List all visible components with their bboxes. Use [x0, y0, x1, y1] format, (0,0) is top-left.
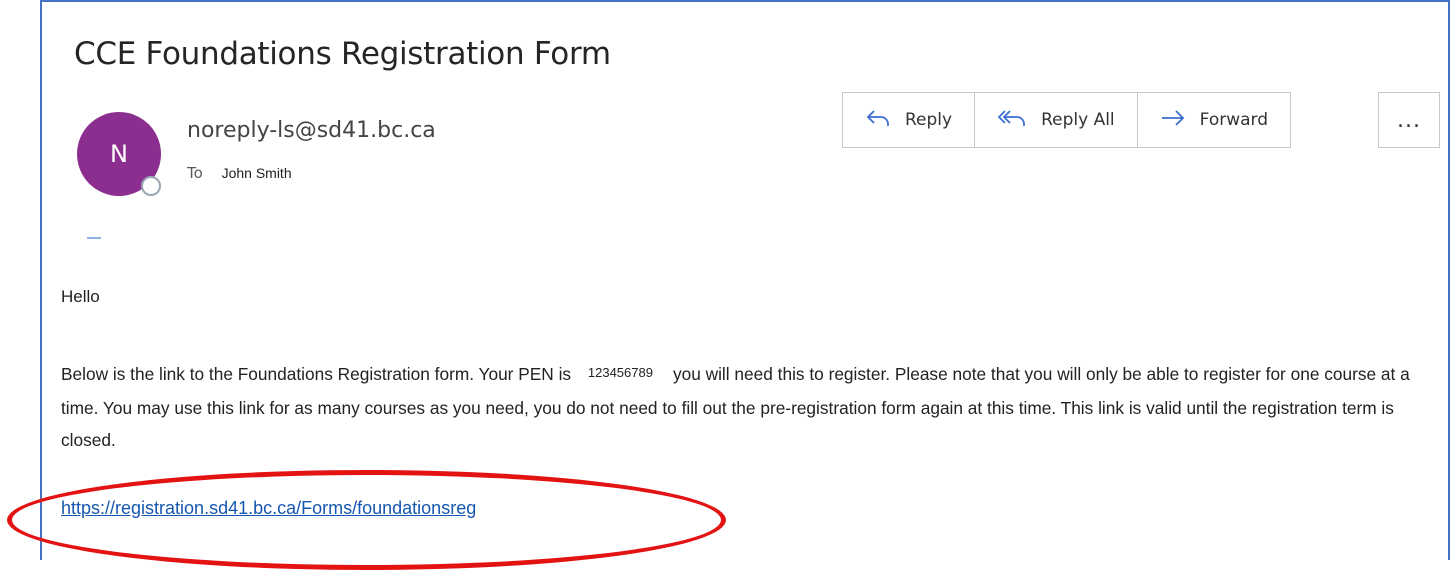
greeting-text: Hello: [61, 287, 100, 306]
recipient-name[interactable]: John Smith: [222, 165, 292, 181]
highlight-circle: [7, 470, 726, 570]
sender-address[interactable]: noreply-ls@sd41.bc.ca: [187, 118, 436, 143]
to-label: To: [187, 164, 203, 182]
more-icon: ...: [1397, 107, 1421, 133]
reply-label: Reply: [905, 110, 953, 130]
header-divider: [87, 237, 101, 239]
body-text-part1: Below is the link to the Foundations Reg…: [61, 364, 572, 384]
presence-status-icon: [141, 176, 161, 196]
message-actions: Reply Reply All Forward: [842, 92, 1292, 148]
avatar-initial: N: [110, 140, 128, 168]
forward-button[interactable]: Forward: [1138, 93, 1290, 147]
reply-all-icon: [997, 108, 1027, 132]
forward-label: Forward: [1199, 110, 1269, 130]
recipients-row: To John Smith: [187, 164, 292, 182]
reply-all-button[interactable]: Reply All: [975, 93, 1138, 147]
reply-icon: [865, 108, 891, 132]
pen-number: 123456789: [587, 365, 653, 380]
more-actions-button[interactable]: ...: [1378, 92, 1440, 148]
message-body: Below is the link to the Foundations Reg…: [61, 358, 1441, 456]
forward-icon: [1160, 108, 1186, 132]
reply-all-label: Reply All: [1041, 110, 1115, 130]
reply-button[interactable]: Reply: [843, 93, 976, 147]
email-subject: CCE Foundations Registration Form: [74, 36, 611, 72]
